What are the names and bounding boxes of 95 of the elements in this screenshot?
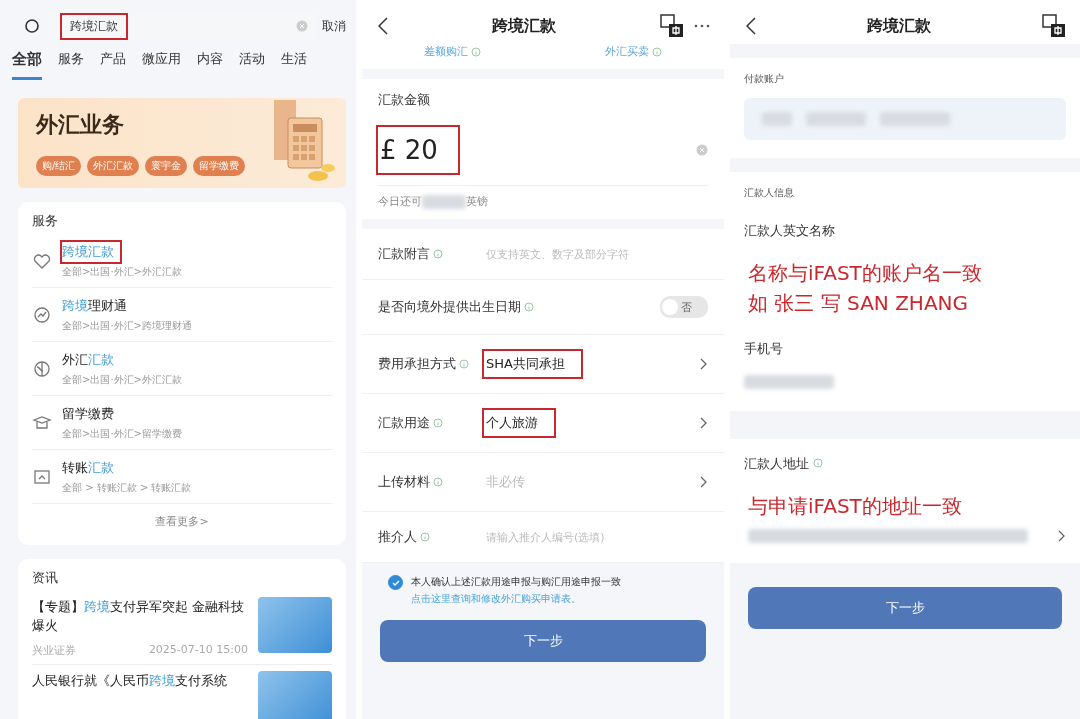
category-tab[interactable]: 生活 [281,50,307,80]
blurred-text [806,112,866,126]
field-label: 费用承担方式 [378,355,456,373]
translate-icon[interactable] [1042,14,1066,38]
clear-icon[interactable] [296,20,308,32]
annotation-text: 名称与iFAST的账户名一致 [748,260,983,287]
info-icon[interactable] [459,359,469,369]
currency-label: 英镑 [466,194,488,209]
back-icon[interactable] [746,17,756,35]
chevron-right-icon[interactable] [700,417,708,429]
amount-value[interactable]: £ 20 [378,127,458,173]
section-heading: 服务 [32,212,59,230]
chevron-right-icon[interactable] [700,358,708,370]
next-button[interactable]: 下一步 [748,587,1062,629]
checkmark-icon [391,578,400,587]
service-title: 跨境理财通 [62,297,128,315]
translate-icon[interactable] [660,14,684,38]
category-tab[interactable]: 活动 [239,50,265,80]
cancel-link[interactable]: 取消 [322,17,346,35]
limit-note: 今日还可 [378,194,422,209]
service-path: 全部>出国·外汇>外汇汇款 [62,373,182,387]
field-label: 是否向境外提供出生日期 [378,298,521,316]
blurred-text [762,112,792,126]
section-heading: 汇款人信息 [730,172,1080,206]
category-tab[interactable]: 服务 [58,50,84,80]
news-title: 人民银行就《人民币跨境支付系统 [32,672,228,690]
info-icon[interactable] [471,46,481,57]
search-icon [24,18,40,34]
service-path: 全部>出国·外汇>外汇汇款 [62,265,182,279]
banner-title: 外汇业务 [36,111,125,139]
category-tab[interactable]: 微应用 [142,50,181,80]
annotation-text: 如 张三 写 SAN ZHANG [748,290,970,317]
service-title: 转账汇款 [62,459,115,477]
info-icon[interactable] [433,418,443,428]
section-heading: 付款账户 [730,58,1080,92]
input-field[interactable]: 仅支持英文、数字及部分字符 [484,246,708,262]
field-label: 汇款人英文名称 [730,206,1080,250]
service-path: 全部 > 转账汇款 > 转账汇款 [62,481,192,495]
more-icon[interactable] [694,24,710,28]
info-icon[interactable] [420,532,430,542]
page-title: 跨境汇款 [492,15,556,37]
chart-circle-icon [32,304,52,325]
service-path: 全部>出国·外汇>跨境理财通 [62,319,192,333]
news-time: 2025-07-10 15:00 [148,643,248,658]
field-label: 汇款附言 [378,245,430,263]
back-icon[interactable] [378,17,388,35]
blurred-amount [422,194,466,209]
field-label: 推介人 [378,528,417,546]
next-button[interactable]: 下一步 [380,620,706,662]
news-source: 兴业证券 [32,643,76,658]
news-title: 【专题】跨境支付异军突起 金融科技爆火 [32,598,246,635]
clear-icon[interactable] [696,144,708,156]
info-icon[interactable] [433,477,443,487]
chevron-right-icon[interactable] [700,476,708,488]
info-icon[interactable] [652,46,662,57]
service-path: 全部>出国·外汇>留学缴费 [62,427,182,441]
news-item[interactable]: 【专题】跨境支付异军突起 金融科技爆火 兴业证券 2025-07-10 15:00 [32,591,332,665]
search-value: 跨境汇款 [62,14,126,38]
service-title: 外汇汇款 [62,351,115,369]
service-item[interactable]: 转账汇款 全部 > 转账汇款 > 转账汇款 [32,450,332,504]
field-label: 汇款用途 [378,414,430,432]
info-icon[interactable] [433,249,443,259]
service-title: 留学缴费 [62,405,115,423]
category-tab[interactable]: 内容 [197,50,223,80]
field-label: 汇款人地址 [730,439,1080,483]
globe-icon [32,358,52,379]
toggle-label: 否 [681,299,692,315]
service-item[interactable]: 外汇汇款 全部>出国·外汇>外汇汇款 [32,342,332,396]
info-icon[interactable] [813,458,824,468]
category-tab[interactable]: 全部 [12,50,42,80]
select-placeholder: 非必传 [485,473,526,491]
toggle-switch[interactable]: 否 [660,296,708,318]
category-tab[interactable]: 产品 [100,50,126,80]
blurred-text [880,112,950,126]
select-value: SHA共同承担 [484,351,581,377]
service-item[interactable]: 跨境理财通 全部>出国·外汇>跨境理财通 [32,288,332,342]
account-field[interactable] [744,98,1066,140]
select-row[interactable]: 上传材料 非必传 [362,453,724,512]
page-title: 跨境汇款 [867,15,931,37]
chevron-right-icon[interactable] [1058,530,1066,542]
news-item[interactable]: 人民银行就《人民币跨境支付系统 [32,665,332,719]
confirm-checkbox[interactable] [388,575,403,590]
select-value: 个人旅游 [484,410,554,436]
see-more-link[interactable]: 查看更多> [32,504,332,535]
annotation-text: 与申请iFAST的地址一致 [748,493,963,520]
section-heading: 资讯 [32,569,59,587]
select-row[interactable]: 费用承担方式 SHA共同承担 [362,335,724,394]
confirm-text: 本人确认上述汇款用途申报与购汇用途申报一致 [411,575,621,589]
field-label: 手机号 [730,324,1080,368]
service-title: 跨境汇款 [62,242,120,262]
select-row[interactable]: 汇款用途 个人旅游 [362,394,724,453]
service-item[interactable]: 留学缴费 全部>出国·外汇>留学缴费 [32,396,332,450]
field-label: 上传材料 [378,473,430,491]
info-icon[interactable] [524,302,534,312]
field-label: 汇款金额 [378,92,430,107]
